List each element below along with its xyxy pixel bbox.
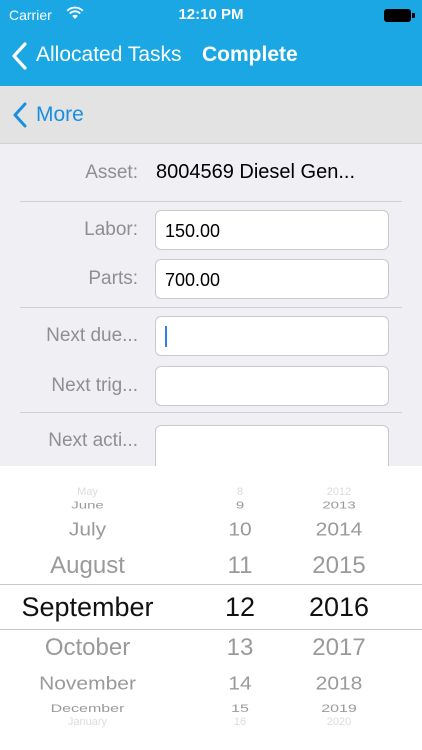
asset-value: 8004569 Diesel Gen...: [156, 161, 356, 183]
next-due-label: Next due...: [46, 325, 138, 346]
year-option[interactable]: 2019: [286, 703, 392, 716]
next-action-label: Next acti...: [48, 430, 138, 451]
chevron-left-icon[interactable]: [10, 42, 28, 70]
clock: 12:10 PM: [178, 6, 244, 23]
selection-line-top: [0, 584, 422, 585]
battery-tip: [412, 13, 415, 18]
year-option[interactable]: 2018: [286, 673, 392, 694]
task-completion-form: Asset: 8004569 Diesel Gen... Labor: 150.…: [0, 144, 422, 466]
year-option[interactable]: 2012: [286, 486, 392, 498]
month-option[interactable]: November: [0, 673, 175, 694]
back-button-allocated-tasks[interactable]: Allocated Tasks: [36, 43, 182, 67]
page-title: Complete: [202, 43, 298, 66]
selection-line-bottom: [0, 629, 422, 630]
day-option[interactable]: 11: [190, 552, 290, 580]
year-option-selected[interactable]: 2016: [286, 592, 392, 623]
divider: [20, 307, 402, 308]
day-option[interactable]: 13: [190, 634, 290, 662]
navigation-bar: Carrier 12:10 PM Allocated Tasks Complet…: [0, 0, 422, 86]
day-option[interactable]: 8: [190, 486, 290, 498]
month-option[interactable]: July: [0, 519, 175, 540]
month-option[interactable]: January: [0, 716, 175, 728]
month-option[interactable]: October: [0, 634, 175, 662]
chevron-left-icon[interactable]: [12, 101, 28, 129]
labor-label: Labor:: [84, 219, 138, 240]
date-picker[interactable]: May June July August September October N…: [0, 466, 422, 750]
divider: [20, 201, 402, 202]
year-option[interactable]: 2013: [286, 500, 392, 512]
status-bar: Carrier 12:10 PM: [0, 0, 422, 30]
day-option[interactable]: 16: [190, 716, 290, 728]
sub-navigation-bar: More: [0, 86, 422, 144]
parts-label: Parts:: [88, 268, 138, 289]
labor-value: 150.00: [165, 221, 221, 241]
day-option[interactable]: 9: [190, 500, 290, 512]
month-option[interactable]: June: [0, 500, 175, 512]
day-option-selected[interactable]: 12: [190, 592, 290, 623]
app-screen: Carrier 12:10 PM Allocated Tasks Complet…: [0, 0, 422, 750]
text-cursor: [165, 326, 167, 347]
day-option[interactable]: 10: [190, 519, 290, 540]
asset-label: Asset:: [85, 162, 138, 183]
battery-icon: [384, 9, 411, 22]
month-option[interactable]: August: [0, 552, 175, 580]
next-due-field[interactable]: [155, 316, 389, 356]
year-option[interactable]: 2020: [286, 716, 392, 728]
month-option[interactable]: December: [0, 703, 175, 716]
parts-value: 700.00: [165, 270, 221, 290]
year-option[interactable]: 2017: [286, 634, 392, 662]
divider: [20, 412, 402, 413]
month-option-selected[interactable]: September: [0, 592, 175, 623]
month-option[interactable]: May: [0, 486, 175, 498]
next-trigger-field[interactable]: [155, 366, 389, 406]
day-option[interactable]: 15: [190, 703, 290, 716]
day-option[interactable]: 14: [190, 673, 290, 694]
nav-bar-content: Allocated Tasks Complete: [0, 36, 422, 76]
year-option[interactable]: 2014: [286, 519, 392, 540]
parts-field[interactable]: 700.00: [155, 259, 389, 299]
next-action-field[interactable]: [155, 425, 389, 466]
year-option[interactable]: 2015: [286, 552, 392, 580]
labor-field[interactable]: 150.00: [155, 210, 389, 250]
next-trigger-label: Next trig...: [51, 375, 138, 396]
more-back-button[interactable]: More: [36, 103, 84, 127]
